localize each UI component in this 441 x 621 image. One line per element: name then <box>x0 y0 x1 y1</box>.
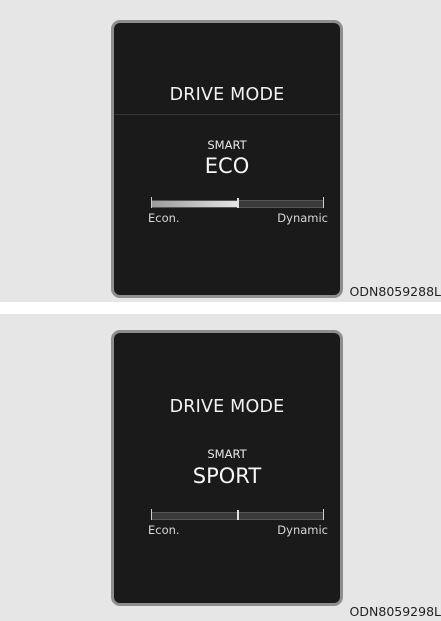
gauge-right-tick <box>323 197 324 208</box>
cluster-display: DRIVE MODE SMART SPORT Econ. Dynamic <box>111 330 343 606</box>
mode-prefix: SMART <box>207 138 247 152</box>
cluster-display: DRIVE MODE SMART ECO Econ. Dynamic <box>111 20 343 298</box>
mode-prefix: SMART <box>207 447 247 461</box>
mode-name: SPORT <box>192 464 262 488</box>
econ-dynamic-gauge <box>151 197 324 208</box>
dynamic-label: Dynamic <box>277 211 328 225</box>
drive-mode-title: DRIVE MODE <box>169 397 285 417</box>
figure-code: ODN8059288L <box>349 284 441 299</box>
drive-mode-title: DRIVE MODE <box>169 85 285 105</box>
figure-code: ODN8059298L <box>349 604 441 619</box>
gauge-fill <box>152 201 238 207</box>
header-divider <box>114 114 340 115</box>
figure-sport-panel: DRIVE MODE SMART SPORT Econ. Dynamic ODN… <box>0 314 441 621</box>
gauge-left-tick <box>151 197 152 208</box>
gauge-center-marker <box>236 510 239 520</box>
gauge-right-tick <box>323 509 324 520</box>
dynamic-label: Dynamic <box>277 523 328 537</box>
econ-label: Econ. <box>148 211 180 225</box>
econ-dynamic-gauge <box>151 509 324 520</box>
gauge-left-tick <box>151 509 152 520</box>
figure-eco-panel: DRIVE MODE SMART ECO Econ. Dynamic ODN80… <box>0 0 441 302</box>
econ-label: Econ. <box>148 523 180 537</box>
gauge-center-marker <box>236 198 239 208</box>
mode-name: ECO <box>204 154 250 178</box>
